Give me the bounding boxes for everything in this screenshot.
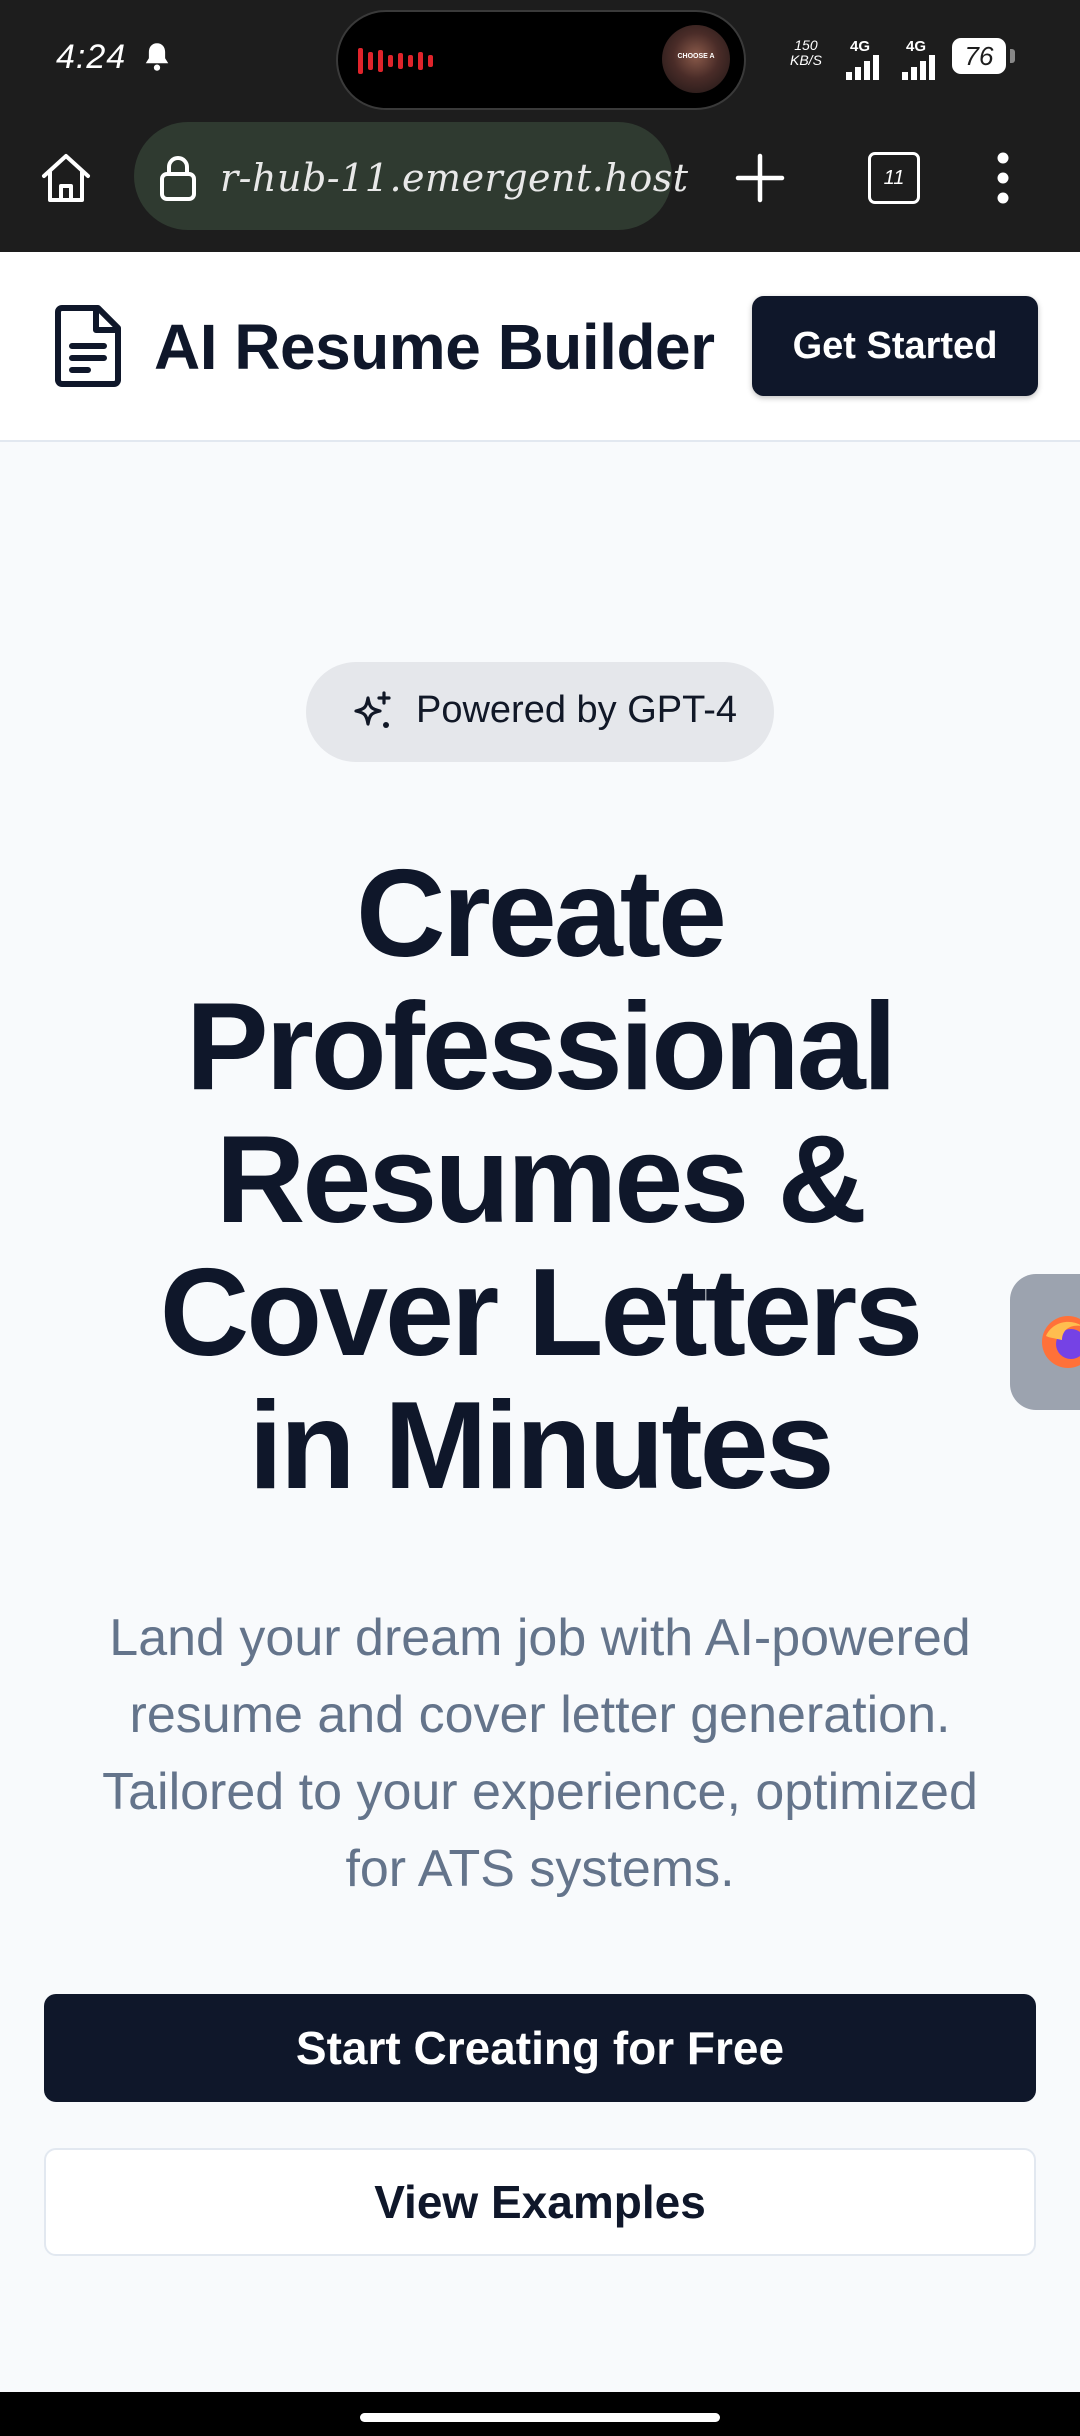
hero-title-line: in Minutes	[248, 1377, 834, 1515]
view-examples-button[interactable]: View Examples	[44, 2148, 1036, 2256]
signal-sim2: 4G	[898, 38, 948, 80]
sparkle-icon	[354, 691, 391, 728]
hero-subtitle-line: Land your dream job with AI-powered	[109, 1609, 971, 1667]
media-thumbnail[interactable]: CHOOSE A	[662, 25, 730, 93]
battery-tip	[1010, 49, 1015, 63]
powered-by-badge: Powered by GPT-4	[306, 662, 774, 762]
home-indicator[interactable]	[360, 2413, 720, 2422]
hero-title-line: Create	[356, 845, 727, 983]
signal-bars-icon	[902, 55, 935, 80]
dynamic-island[interactable]: CHOOSE A	[336, 10, 746, 110]
badge-text: Powered by GPT-4	[416, 689, 738, 731]
hero-subtitle: Land your dream job with AI-powered resu…	[60, 1600, 1020, 1908]
hero-subtitle-line: for ATS systems.	[345, 1840, 735, 1898]
more-icon[interactable]	[992, 150, 1014, 206]
signal-sim1-network: 4G	[850, 38, 871, 55]
hero-subtitle-line: Tailored to your experience, optimized	[102, 1763, 978, 1821]
brand-name[interactable]: AI Resume Builder	[154, 310, 715, 384]
get-started-button[interactable]: Get Started	[752, 296, 1038, 396]
signal-bars-icon	[846, 55, 879, 80]
browser-toolbar: r-hub-11.emergent.host 11	[0, 118, 1080, 252]
lock-icon	[160, 156, 196, 201]
address-bar[interactable]: r-hub-11.emergent.host	[134, 122, 688, 230]
status-time: 4:24	[56, 38, 127, 76]
network-speed: 150 KB/S	[790, 38, 822, 68]
battery-indicator: 76	[952, 38, 1006, 74]
floating-browser-widget[interactable]	[1010, 1274, 1080, 1410]
site-header: AI Resume Builder Get Started	[0, 252, 1080, 442]
hero-title-line: Resumes &	[215, 1111, 867, 1249]
plus-icon[interactable]	[734, 152, 786, 204]
hero-title: Create Professional Resumes & Cover Lett…	[90, 848, 990, 1513]
hero-title-line: Professional	[185, 978, 897, 1116]
media-thumbnail-text: CHOOSE A	[677, 53, 715, 60]
hero-subtitle-line: resume and cover letter generation.	[129, 1686, 951, 1744]
network-speed-value: 150	[794, 37, 818, 53]
home-icon[interactable]	[36, 148, 96, 208]
document-icon	[55, 305, 121, 387]
signal-sim2-network: 4G	[906, 38, 927, 55]
status-bar: 4:24 CHOOSE A 150 KB/S 4G 4G 76	[0, 0, 1080, 118]
url-text: r-hub-11.emergent.host	[220, 156, 689, 200]
firefox-icon	[1042, 1316, 1080, 1368]
tab-switcher-button[interactable]: 11	[868, 152, 920, 204]
hero-title-line: Cover Letters	[159, 1244, 923, 1382]
bell-icon	[145, 43, 169, 71]
wave-icon	[358, 48, 433, 74]
signal-sim1: 4G	[842, 38, 892, 80]
network-speed-unit: KB/S	[790, 52, 822, 68]
start-creating-button[interactable]: Start Creating for Free	[44, 1994, 1036, 2102]
